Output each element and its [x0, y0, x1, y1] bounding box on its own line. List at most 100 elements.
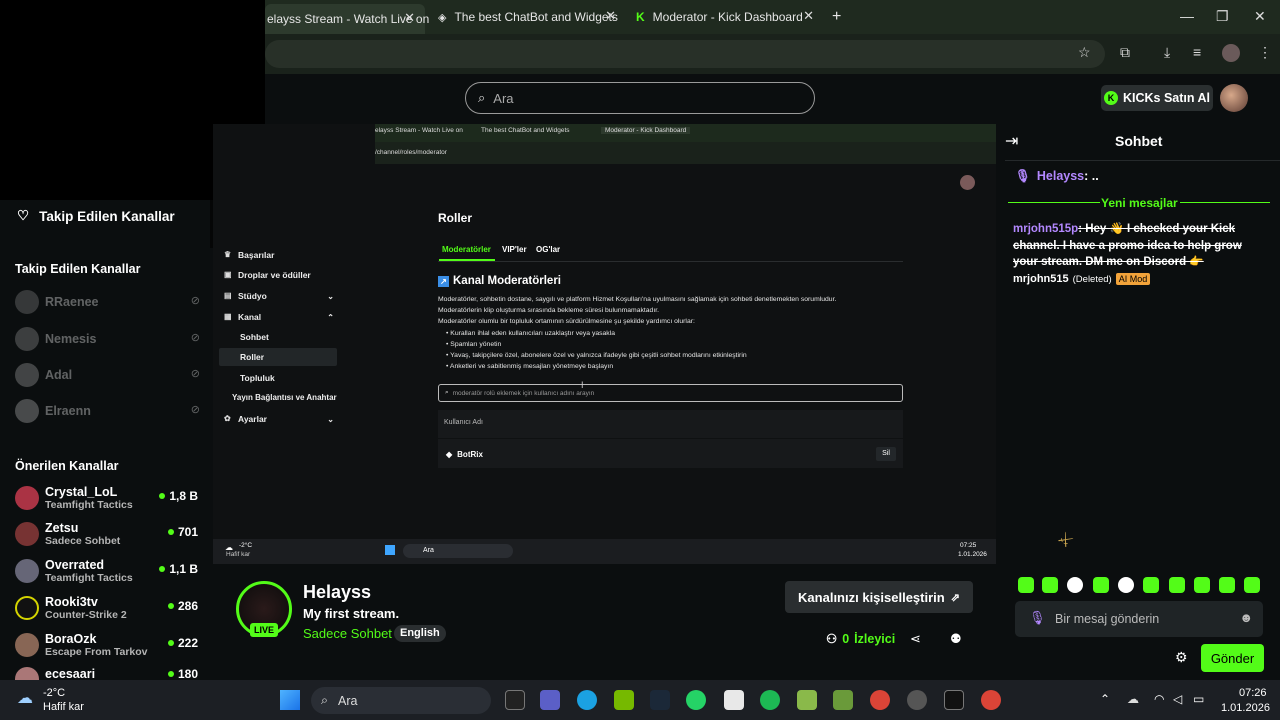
- inner-avatar: [960, 175, 975, 190]
- emote-icon[interactable]: [1219, 577, 1235, 593]
- kicks-buy-button[interactable]: K KICKs Satın Al: [1101, 85, 1213, 111]
- offline-icon: ⊘: [190, 404, 200, 416]
- weather-cloud-icon[interactable]: ☁: [17, 688, 33, 708]
- chevron-down-icon: ⌄: [327, 291, 334, 301]
- epic-games-icon[interactable]: [505, 690, 525, 710]
- emote-icon[interactable]: [1042, 577, 1058, 593]
- emote-icon[interactable]: [1194, 577, 1210, 593]
- inner-mod-search: ⌕ moderatör rolü eklemek için kullanıcı a…: [438, 384, 903, 402]
- inner-nav-item: ✿ Ayarlar ⌄: [224, 414, 334, 424]
- emote-icon[interactable]: [1143, 577, 1159, 593]
- send-button[interactable]: Gönder: [1201, 644, 1264, 672]
- minecraft-icon[interactable]: [833, 690, 853, 710]
- close-tab-icon[interactable]: ✕: [605, 8, 616, 24]
- tab-chatbot[interactable]: ◈ The best ChatBot and Widgets ✕: [438, 6, 618, 28]
- followed-channel-item[interactable]: Adal ⊘: [15, 362, 200, 388]
- share-icon[interactable]: ⋖: [910, 631, 921, 647]
- avatar: [15, 363, 39, 387]
- stream-video-player[interactable]: elayss Stream - Watch Live on The best C…: [213, 124, 996, 564]
- new-messages-line: [1008, 202, 1100, 203]
- extensions-icon[interactable]: ⧉: [1120, 44, 1130, 61]
- close-tab-icon[interactable]: ✕: [803, 8, 814, 24]
- stream-category-link[interactable]: Sadece Sohbet: [303, 626, 392, 641]
- minimize-icon[interactable]: —: [1180, 8, 1194, 24]
- recommended-channel-item[interactable]: Overrated Teamfight Tactics 1,1 B: [15, 558, 198, 584]
- emote-icon[interactable]: [1067, 577, 1083, 593]
- media-icon[interactable]: ≡: [1193, 44, 1201, 60]
- inner-taskbar-search: Ara: [403, 544, 513, 558]
- windows-start-icon[interactable]: [280, 690, 300, 710]
- user-avatar[interactable]: [1220, 84, 1248, 112]
- battery-icon[interactable]: ▭: [1193, 692, 1204, 706]
- followed-channels-header[interactable]: ♡ Takip Edilen Kanallar: [17, 208, 175, 224]
- nvidia-icon[interactable]: [614, 690, 634, 710]
- epic-launcher-icon[interactable]: [944, 690, 964, 710]
- live-dot-icon: [167, 640, 174, 646]
- chrome-icon[interactable]: [870, 690, 890, 710]
- whatsapp-icon[interactable]: [686, 690, 706, 710]
- search-input[interactable]: ⌕ Ara: [465, 82, 815, 114]
- heart-icon: ♡: [17, 208, 30, 223]
- recommended-channel-item[interactable]: Zetsu Sadece Sohbet 701: [15, 521, 198, 547]
- close-window-icon[interactable]: ✕: [1254, 8, 1266, 25]
- spotify-icon[interactable]: [760, 690, 780, 710]
- store-icon[interactable]: [724, 690, 744, 710]
- recommended-channel-item[interactable]: Crystal_LoL Teamfight Tactics 1,8 B: [15, 485, 198, 511]
- inner-desc: Moderatörler, sohbetin dostane, saygılı …: [438, 296, 837, 303]
- emote-icon[interactable]: [1018, 577, 1034, 593]
- text-cursor-icon: I: [581, 380, 584, 390]
- chevron-up-icon: ⌃: [327, 312, 334, 322]
- address-bar[interactable]: [265, 40, 1105, 68]
- emote-icon[interactable]: [1169, 577, 1185, 593]
- clock-date[interactable]: 1.01.2026: [1221, 702, 1270, 714]
- stream-title: My first stream.: [303, 606, 400, 621]
- chrome-active-icon[interactable]: [981, 690, 1001, 710]
- recommended-channel-item[interactable]: BoraOzk Escape From Tarkov 222: [15, 632, 198, 658]
- tray-app-icon[interactable]: ☁: [1127, 692, 1139, 706]
- emote-icon[interactable]: [1118, 577, 1134, 593]
- channel-name: Elraenn: [45, 404, 91, 418]
- menu-icon[interactable]: ⋮: [1258, 44, 1272, 61]
- inner-role-tab: VIP'ler: [502, 245, 527, 254]
- wifi-icon[interactable]: ◠: [1154, 692, 1164, 706]
- recommended-channel-item[interactable]: ecesaari 180: [15, 667, 198, 680]
- emote-icon[interactable]: [1244, 577, 1260, 593]
- teams-icon[interactable]: [540, 690, 560, 710]
- viewer-count: 286: [167, 599, 198, 613]
- divider: [438, 261, 903, 262]
- obs-icon[interactable]: [907, 690, 927, 710]
- followed-channel-item[interactable]: RRaenee ⊘: [15, 289, 200, 315]
- followed-channel-item[interactable]: Elraenn ⊘: [15, 398, 200, 424]
- edge-icon[interactable]: [577, 690, 597, 710]
- download-icon[interactable]: ⤓: [1164, 44, 1170, 61]
- customize-channel-button[interactable]: Kanalınızı kişiselleştirin ⇗: [785, 581, 973, 613]
- new-tab-button[interactable]: +: [832, 6, 841, 28]
- follow-user-icon[interactable]: ⚉: [950, 631, 962, 647]
- chat-settings-gear-icon[interactable]: ⚙: [1175, 649, 1188, 666]
- bookmark-star-icon[interactable]: ☆: [1078, 44, 1091, 61]
- followed-channel-item[interactable]: Nemesis ⊘: [15, 326, 200, 352]
- recommended-channel-item[interactable]: Rooki3tv Counter-Strike 2 286: [15, 595, 198, 621]
- inner-nav-item: Topluluk: [240, 373, 275, 383]
- profile-avatar-icon[interactable]: [1222, 44, 1240, 62]
- language-tag[interactable]: English: [394, 625, 446, 642]
- steam-icon[interactable]: [650, 690, 670, 710]
- close-tab-icon[interactable]: ✕: [404, 10, 415, 26]
- channel-name: Zetsu: [45, 520, 79, 535]
- tray-chevron-icon[interactable]: ⌃: [1100, 692, 1110, 706]
- offline-icon: ⊘: [190, 332, 200, 344]
- tab-helayss-stream[interactable]: elayss Stream - Watch Live on ✕: [265, 4, 429, 34]
- streamer-name[interactable]: Helayss: [303, 582, 371, 603]
- chat-message-input[interactable]: 🎙 Bir mesaj gönderin ☻: [1015, 601, 1263, 637]
- clock-time[interactable]: 07:26: [1239, 687, 1267, 699]
- tab-moderator[interactable]: K Moderator - Kick Dashboard ✕: [636, 6, 816, 28]
- volume-icon[interactable]: ◁: [1173, 692, 1182, 706]
- emote-icon[interactable]: [1093, 577, 1109, 593]
- live-badge: LIVE: [250, 623, 278, 637]
- emoji-icon[interactable]: ☻: [1239, 610, 1253, 625]
- maximize-icon[interactable]: ❐: [1216, 8, 1229, 25]
- taskbar-search[interactable]: ⌕ Ara: [311, 687, 491, 714]
- bluestacks-icon[interactable]: [797, 690, 817, 710]
- settings-icon: ✿: [224, 414, 231, 423]
- collapse-chat-icon[interactable]: ⇥: [1005, 131, 1018, 151]
